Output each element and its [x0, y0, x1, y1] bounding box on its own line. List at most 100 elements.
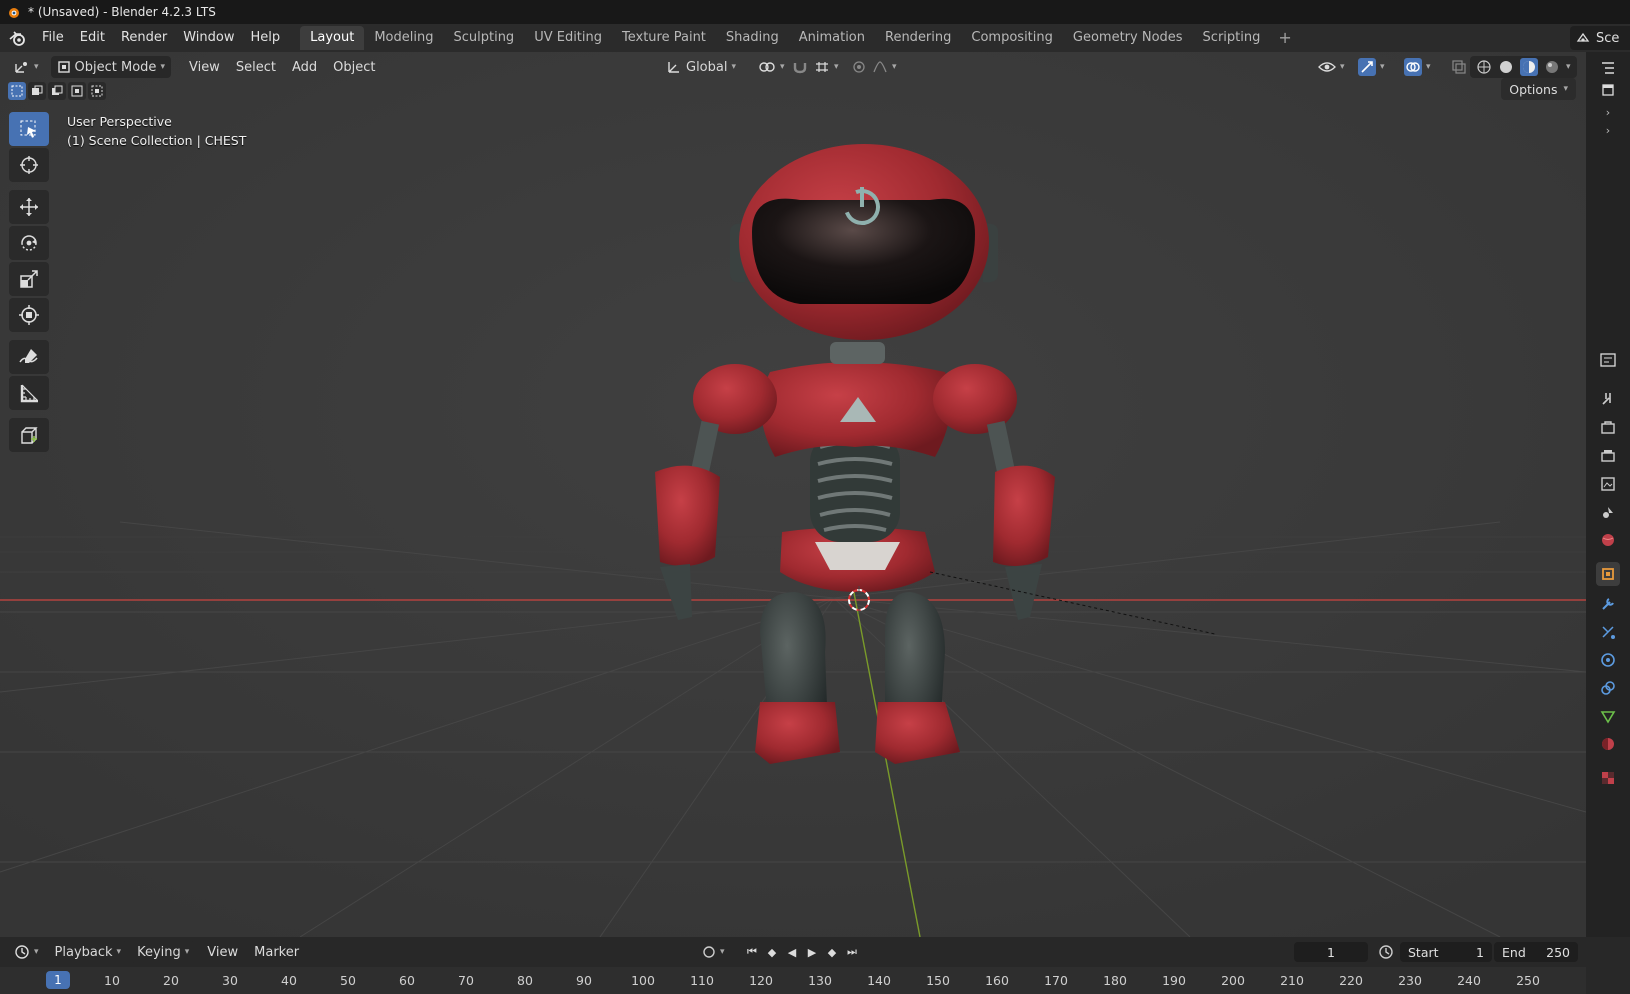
constraint-properties-icon[interactable]: [1596, 676, 1620, 700]
select-intersect-icon[interactable]: [88, 82, 106, 100]
menu-edit[interactable]: Edit: [72, 26, 113, 50]
annotate-tool[interactable]: [9, 340, 49, 374]
3d-viewport-icon: [15, 62, 27, 73]
play-reverse-icon[interactable]: ◀: [782, 942, 802, 962]
tab-texture-paint[interactable]: Texture Paint: [612, 26, 716, 50]
scene-selector[interactable]: Sce: [1570, 26, 1630, 50]
tab-uv-editing[interactable]: UV Editing: [524, 26, 612, 50]
tab-shading[interactable]: Shading: [716, 26, 789, 50]
scene-properties-icon[interactable]: [1596, 500, 1620, 524]
tab-rendering[interactable]: Rendering: [875, 26, 961, 50]
measure-tool[interactable]: [9, 376, 49, 410]
texture-properties-icon[interactable]: [1596, 766, 1620, 790]
timeline-menu-marker[interactable]: Marker: [246, 945, 307, 960]
gizmo-toggle[interactable]: ▾: [1352, 56, 1391, 78]
chevron-down-icon: ▾: [834, 62, 839, 72]
outliner-editor-type-icon[interactable]: [1596, 56, 1620, 80]
window-title: * (Unsaved) - Blender 4.2.3 LTS: [28, 5, 216, 19]
physics-properties-icon[interactable]: [1596, 648, 1620, 672]
add-workspace-icon[interactable]: +: [1270, 26, 1299, 50]
menu-file[interactable]: File: [34, 26, 72, 50]
render-properties-icon[interactable]: [1596, 416, 1620, 440]
tool-properties-icon[interactable]: [1596, 386, 1620, 410]
falloff-dropdown[interactable]: ▾: [866, 56, 903, 78]
scene-selector-label: Sce: [1596, 30, 1620, 46]
viewport-overlay-info: User Perspective (1) Scene Collection | …: [67, 112, 246, 150]
outliner-filter-icon[interactable]: [1596, 78, 1620, 102]
scale-tool[interactable]: [9, 262, 49, 296]
timeline-menu-view[interactable]: View: [199, 945, 246, 960]
use-preview-range-icon[interactable]: [1376, 942, 1396, 962]
rotate-icon: [21, 235, 37, 251]
view-layer-properties-icon[interactable]: [1596, 472, 1620, 496]
material-preview-shading-icon[interactable]: [1520, 58, 1538, 76]
tab-sculpting[interactable]: Sculpting: [443, 26, 524, 50]
data-properties-icon[interactable]: [1596, 704, 1620, 728]
cursor-tool[interactable]: [9, 148, 49, 182]
xray-toggle[interactable]: [1446, 56, 1472, 78]
auto-keying-toggle[interactable]: ▾: [696, 941, 731, 963]
cursor-icon: [20, 156, 38, 174]
rotate-tool[interactable]: [9, 226, 49, 260]
menu-window[interactable]: Window: [175, 26, 242, 50]
jump-to-end-icon[interactable]: ⏭: [842, 942, 862, 962]
add-cube-tool[interactable]: [9, 418, 49, 452]
tab-compositing[interactable]: Compositing: [961, 26, 1063, 50]
viewport-menu-view[interactable]: View: [181, 60, 228, 75]
wireframe-shading-icon[interactable]: [1476, 59, 1492, 75]
world-properties-icon[interactable]: [1596, 528, 1620, 552]
transform-orientation-dropdown[interactable]: Global ▾: [660, 56, 742, 78]
viewport-menu-object[interactable]: Object: [325, 60, 383, 75]
tab-layout[interactable]: Layout: [300, 26, 365, 50]
expand-arrow-icon[interactable]: ›: [1596, 118, 1620, 142]
blender-menu-icon[interactable]: [0, 24, 34, 52]
properties-editor-type-icon[interactable]: [1596, 348, 1620, 372]
select-extend-icon[interactable]: [28, 82, 46, 100]
timeline-menu-playback[interactable]: Playback ▾: [48, 941, 128, 963]
jump-to-next-keyframe-icon[interactable]: ◆: [822, 942, 842, 962]
move-tool[interactable]: [9, 190, 49, 224]
particle-properties-icon[interactable]: [1596, 620, 1620, 644]
ruler-tick: 40: [281, 973, 297, 988]
timeline-menu-keying[interactable]: Keying ▾: [131, 941, 196, 963]
menu-render[interactable]: Render: [113, 26, 175, 50]
rendered-shading-icon[interactable]: [1544, 59, 1560, 75]
tab-geometry-nodes[interactable]: Geometry Nodes: [1063, 26, 1193, 50]
select-subtract-icon[interactable]: [48, 82, 66, 100]
jump-to-start-icon[interactable]: ⏮: [742, 942, 762, 962]
material-properties-icon[interactable]: [1596, 732, 1620, 756]
ruler-tick: 170: [1044, 973, 1068, 988]
start-frame-field[interactable]: Start 1: [1400, 942, 1492, 962]
overlays-toggle[interactable]: ▾: [1398, 56, 1437, 78]
viewport-menu-add[interactable]: Add: [284, 60, 325, 75]
select-new-icon[interactable]: [8, 82, 26, 100]
magnet-icon: [793, 63, 807, 74]
play-icon[interactable]: ▶: [802, 942, 822, 962]
current-frame-field[interactable]: 1: [1294, 942, 1368, 962]
solid-shading-icon[interactable]: [1498, 59, 1514, 75]
modifier-properties-icon[interactable]: [1596, 592, 1620, 616]
menu-help[interactable]: Help: [243, 26, 289, 50]
snap-target-dropdown[interactable]: ▾: [808, 56, 845, 78]
object-visibility-dropdown[interactable]: ▾: [1312, 56, 1351, 78]
mode-selector[interactable]: Object Mode ▾: [50, 56, 171, 78]
object-properties-icon[interactable]: [1596, 562, 1620, 586]
timeline-editor-type-button[interactable]: ▾: [8, 941, 45, 963]
pivot-point-dropdown[interactable]: ▾: [752, 56, 791, 78]
tab-scripting[interactable]: Scripting: [1193, 26, 1271, 50]
viewport-menu-select[interactable]: Select: [228, 60, 284, 75]
select-invert-icon[interactable]: [68, 82, 86, 100]
editor-type-button[interactable]: ▾: [8, 56, 45, 78]
3d-viewport[interactable]: ▾ Object Mode ▾ View Select Add Object G…: [0, 52, 1586, 937]
tab-animation[interactable]: Animation: [789, 26, 875, 50]
timeline-ruler[interactable]: 1 10 20 30 40 50 60 70 80 90 100 110 120…: [0, 967, 1586, 994]
current-frame-indicator[interactable]: 1: [46, 971, 70, 989]
tool-shelf: [9, 112, 49, 454]
options-dropdown[interactable]: Options ▾: [1501, 78, 1576, 100]
end-frame-field[interactable]: End 250: [1494, 942, 1578, 962]
select-box-tool[interactable]: [9, 112, 49, 146]
transform-tool[interactable]: [9, 298, 49, 332]
jump-to-prev-keyframe-icon[interactable]: ◆: [762, 942, 782, 962]
output-properties-icon[interactable]: [1596, 444, 1620, 468]
tab-modeling[interactable]: Modeling: [364, 26, 443, 50]
